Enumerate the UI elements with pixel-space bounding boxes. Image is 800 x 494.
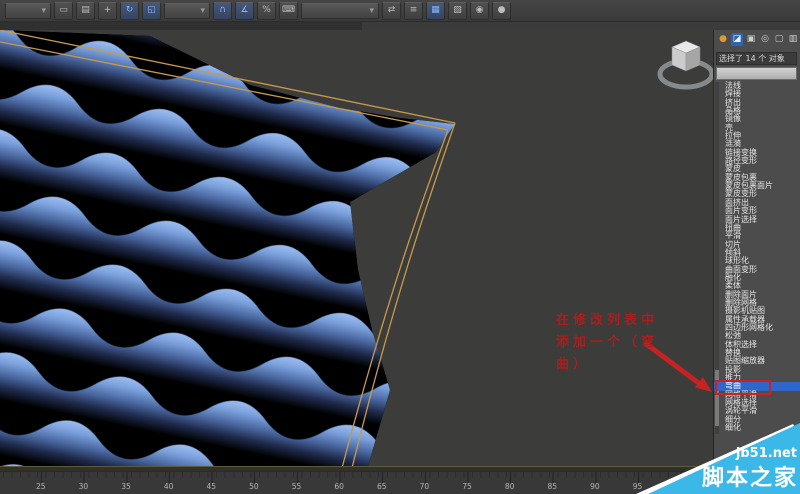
selection-filter-dropdown[interactable]: ▾ bbox=[5, 2, 51, 19]
mirror-icon[interactable]: ⇄ bbox=[382, 1, 401, 20]
tick-label: 30 bbox=[78, 482, 89, 491]
utilities-tab-icon[interactable]: ▥ bbox=[787, 33, 799, 46]
modifier-list: 法线 焊接 挤出 晶格 镜像壳拉伸 涟漪 链接变换 路径变形 蒙皮 蒙皮包裹 蒙皮包裹面片 蒙皮变形面… bbox=[714, 81, 800, 432]
select-and-rotate-icon[interactable]: ↻ bbox=[120, 1, 139, 20]
material-editor-icon[interactable]: ◉ bbox=[470, 1, 489, 20]
select-by-name-icon[interactable]: ▤ bbox=[76, 1, 95, 20]
modifier-item[interactable]: 细化 bbox=[714, 423, 800, 432]
display-tab-icon[interactable]: ▢ bbox=[773, 33, 785, 46]
modify-tab-icon[interactable]: ◪ bbox=[731, 33, 743, 46]
annotation-text: 在修改列表中 添加一个（弯 曲） bbox=[556, 310, 686, 376]
keyboard-override-icon[interactable]: ⌨ bbox=[279, 1, 298, 20]
tick-label: 35 bbox=[121, 482, 131, 491]
tick-label: 45 bbox=[206, 482, 217, 491]
annotation-line: 在修改列表中 bbox=[556, 313, 659, 328]
modifier-list-dropdown[interactable] bbox=[716, 67, 797, 80]
command-panel-tabs: ● ◪ ▣ ◎ ▢ ▥ bbox=[717, 32, 799, 47]
tick-label: 80 bbox=[504, 482, 515, 491]
motion-tab-icon[interactable]: ◎ bbox=[759, 33, 771, 46]
viewport[interactable]: 在修改列表中 添加一个（弯 曲） bbox=[0, 30, 713, 466]
select-and-move-icon[interactable]: + bbox=[98, 1, 117, 20]
graph-editors-icon[interactable]: ▧ bbox=[448, 1, 467, 20]
tick-label: 85 bbox=[547, 482, 558, 491]
tick-label: 50 bbox=[249, 482, 259, 491]
tick-label: 65 bbox=[377, 482, 387, 491]
tick-label: 60 bbox=[334, 482, 344, 491]
viewport-canvas[interactable] bbox=[0, 30, 713, 466]
align-icon[interactable]: ≡ bbox=[404, 1, 423, 20]
tick-label: 55 bbox=[291, 482, 302, 491]
tick-label: 25 bbox=[36, 482, 46, 491]
main-toolbar: ▾ ▭ ▤ + ↻ ◱ ▾ ∩ ∡% ⌨ ▾ ⇄ ≡ ▦ ▧ ◉ ● bbox=[0, 0, 800, 22]
create-tab-icon[interactable]: ● bbox=[717, 33, 729, 46]
tick-label: 95 bbox=[632, 482, 643, 491]
annotation-line: 添加一个（弯 bbox=[556, 335, 659, 350]
render-setup-icon[interactable]: ● bbox=[492, 1, 511, 20]
select-and-scale-icon[interactable]: ◱ bbox=[142, 1, 161, 20]
tick-label: 40 bbox=[163, 482, 174, 491]
reference-coordinate-dropdown[interactable]: ▾ bbox=[164, 2, 210, 19]
tick-label: 90 bbox=[590, 482, 600, 491]
viewcube[interactable] bbox=[657, 40, 713, 90]
selection-status: 选择了 14 个 对象 bbox=[716, 52, 797, 65]
annotation-line: 曲） bbox=[556, 357, 591, 372]
timeline-ruler[interactable]: 25 30 35 40 45 50 55 60 65 70 75 80 85 90 95 bbox=[0, 471, 713, 494]
percent-snap-icon[interactable]: % bbox=[257, 1, 276, 20]
snap-toggle-icon[interactable]: ∩ bbox=[213, 1, 232, 20]
layer-manager-icon[interactable]: ▦ bbox=[426, 1, 445, 20]
select-object-icon[interactable]: ▭ bbox=[54, 1, 73, 20]
tick-label: 75 bbox=[462, 482, 472, 491]
command-panel: ● ◪ ▣ ◎ ▢ ▥ 选择了 14 个 对象 法线 焊接 挤出 晶格 镜像壳拉伸 涟漪 链接变换 路径… bbox=[713, 30, 800, 494]
hierarchy-tab-icon[interactable]: ▣ bbox=[745, 33, 757, 46]
wave-object bbox=[0, 30, 455, 466]
tick-label: 70 bbox=[419, 482, 430, 491]
timeline-tick-labels: 25 30 35 40 45 50 55 60 65 70 75 80 85 90 95 bbox=[0, 482, 713, 491]
named-selection-dropdown[interactable]: ▾ bbox=[301, 2, 379, 19]
toolbar-lower-strip bbox=[0, 22, 800, 30]
angle-snap-icon[interactable]: ∡ bbox=[235, 1, 254, 20]
application-window: ▾ ▭ ▤ + ↻ ◱ ▾ ∩ ∡% ⌨ ▾ ⇄ ≡ ▦ ▧ ◉ ● 在修改列表… bbox=[0, 0, 800, 494]
